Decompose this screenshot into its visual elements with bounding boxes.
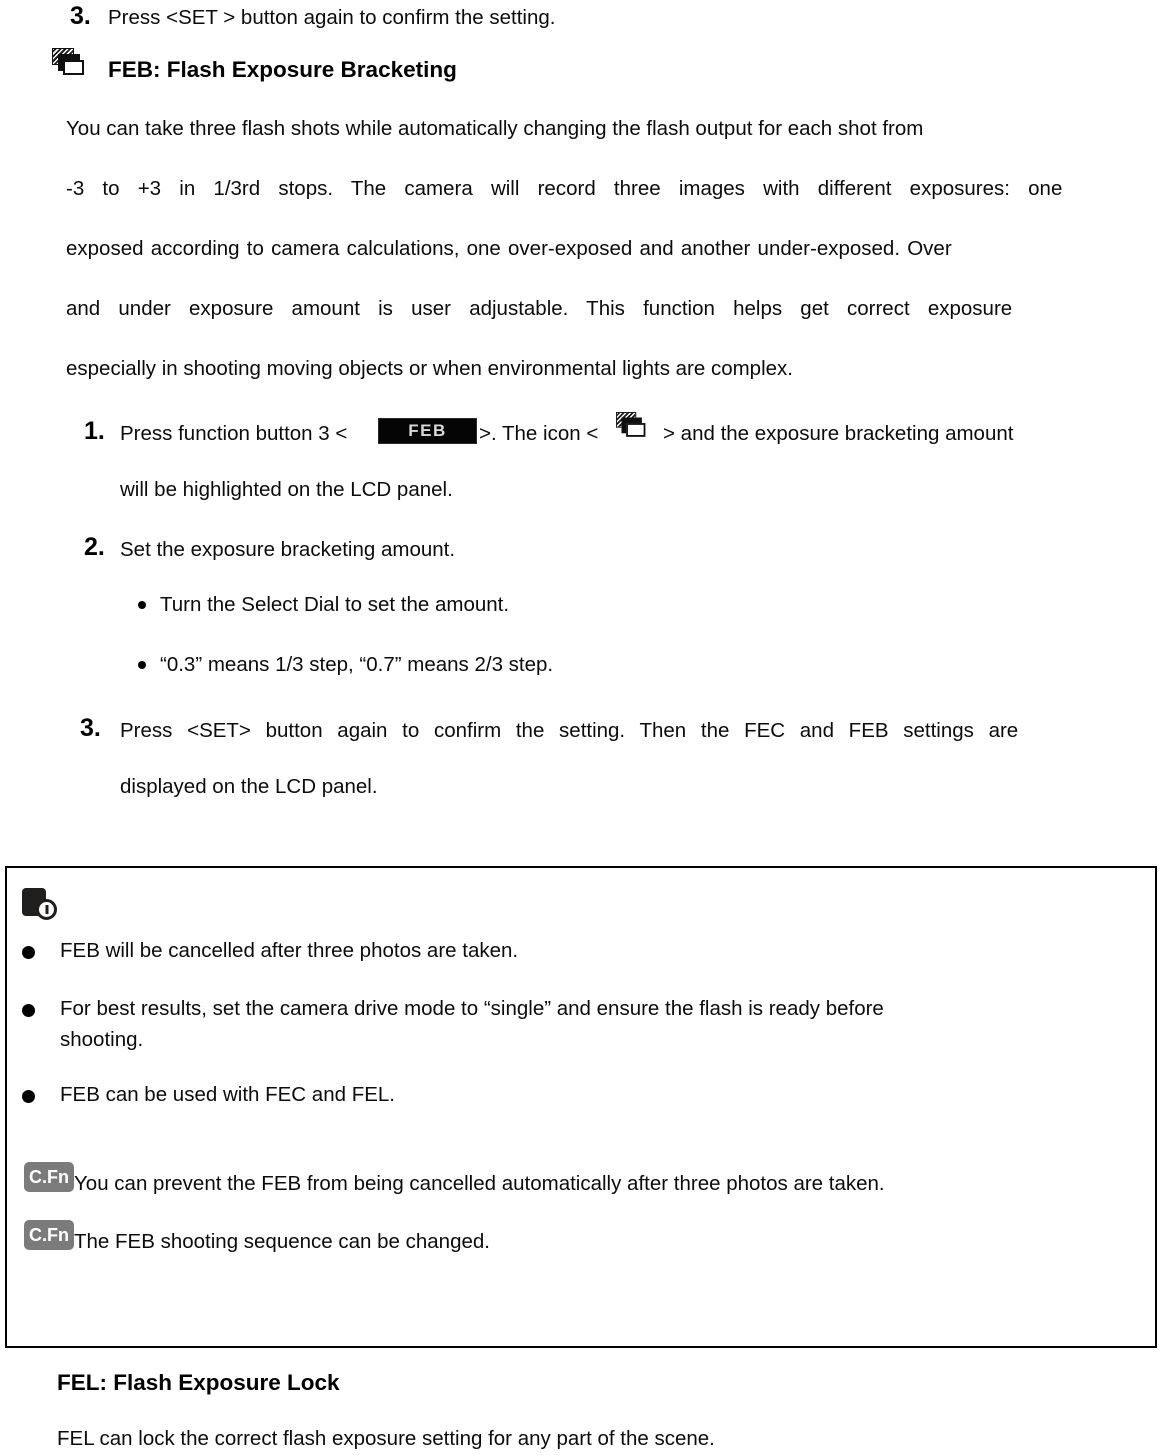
step3-number: 3.: [80, 714, 101, 742]
step2-sub-bullet-2: “0.3” means 1/3 step, “0.7” means 2/3 st…: [160, 653, 554, 676]
paragraph-line-2: -3 to +3 in 1/3rd stops. The camera will…: [66, 177, 1063, 200]
step3-text: Press <SET> button again to confirm the …: [120, 719, 1019, 742]
note-bullet-1: FEB will be cancelled after three photos…: [60, 939, 519, 962]
fel-paragraph: FEL can lock the correct flash exposure …: [57, 1427, 715, 1450]
section-heading-feb: FEB: Flash Exposure Bracketing: [108, 57, 457, 82]
step1-text-after-icon: > and the exposure bracketing amount: [663, 422, 1014, 445]
section-heading-fel: FEL: Flash Exposure Lock: [57, 1370, 340, 1395]
step3-continuation: displayed on the LCD panel.: [120, 775, 378, 798]
step-number: 3.: [70, 2, 91, 30]
flash-exposure-bracketing-icon-inline: [616, 412, 647, 440]
info-circle-icon: [36, 899, 57, 920]
bullet-marker: [138, 601, 146, 609]
step1-text-after-button: >. The icon <: [479, 422, 599, 445]
bullet-marker: [22, 946, 35, 959]
bullet-marker: [138, 661, 146, 669]
step2-number: 2.: [84, 533, 105, 561]
step1-continuation: will be highlighted on the LCD panel.: [120, 478, 453, 501]
feb-button-label: FEB: [408, 421, 447, 440]
step-text: Press <SET > button again to confirm the…: [108, 6, 556, 29]
paragraph-line-1: You can take three flash shots while aut…: [66, 117, 924, 140]
step1-number: 1.: [84, 417, 105, 445]
step1-text-before-button: Press function button 3 <: [120, 422, 348, 445]
paragraph-line-5: especially in shooting moving objects or…: [66, 357, 793, 380]
paragraph-line-4: and under exposure amount is user adjust…: [66, 297, 1013, 320]
cfn-icon: C.Fn: [24, 1162, 74, 1192]
cfn-icon: C.Fn: [24, 1220, 74, 1250]
bullet-marker: [22, 1004, 35, 1017]
cfn-icon-label: C.Fn: [29, 1166, 69, 1187]
icon-layer-front: [626, 423, 646, 437]
paragraph-line-3: exposed according to camera calculations…: [66, 237, 952, 260]
icon-layer-front: [63, 60, 84, 75]
note-bullet-2: For best results, set the camera drive m…: [60, 997, 884, 1020]
document-page: 3. Press <SET > button again to confirm …: [0, 0, 1161, 1455]
flash-exposure-bracketing-icon: [52, 48, 86, 78]
bullet-marker: [22, 1090, 35, 1103]
cfn-text-1: You can prevent the FEB from being cance…: [74, 1172, 885, 1195]
cfn-icon-label: C.Fn: [29, 1224, 69, 1245]
feb-button-icon[interactable]: FEB: [378, 418, 477, 444]
note-bullet-2-continuation: shooting.: [60, 1028, 144, 1051]
note-info-icon: [22, 888, 60, 922]
step2-sub-bullet-1: Turn the Select Dial to set the amount.: [160, 593, 510, 616]
cfn-text-2: The FEB shooting sequence can be changed…: [74, 1230, 490, 1253]
step2-text: Set the exposure bracketing amount.: [120, 538, 456, 561]
note-bullet-3: FEB can be used with FEC and FEL.: [60, 1083, 395, 1106]
